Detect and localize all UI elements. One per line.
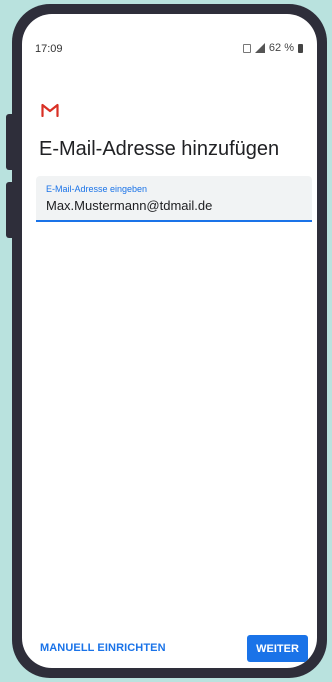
email-field[interactable]: E-Mail-Adresse eingeben Max.Mustermann@t… (36, 176, 312, 222)
page-title: E-Mail-Adresse hinzufügen (39, 138, 280, 160)
manual-setup-button[interactable]: MANUELL EINRICHTEN (40, 642, 166, 654)
next-button[interactable]: WEITER (247, 635, 308, 662)
phone-frame: 17:09 62 % E-Mail-Adresse hinzufügen E-M… (12, 4, 327, 678)
signal-icon (254, 43, 265, 53)
status-time: 17:09 (35, 43, 63, 55)
vibrate-icon (242, 43, 251, 53)
phone-screen: 17:09 62 % E-Mail-Adresse hinzufügen E-M… (22, 14, 317, 668)
email-field-value[interactable]: Max.Mustermann@tdmail.de (46, 198, 212, 213)
email-field-label: E-Mail-Adresse eingeben (46, 184, 148, 194)
status-bar: 17:09 62 % (22, 14, 317, 62)
battery-icon (298, 43, 303, 53)
status-icons: 62 % (242, 42, 303, 54)
gmail-icon (41, 103, 59, 117)
device-stage: 17:09 62 % E-Mail-Adresse hinzufügen E-M… (0, 0, 332, 682)
battery-percent: 62 % (268, 42, 294, 54)
